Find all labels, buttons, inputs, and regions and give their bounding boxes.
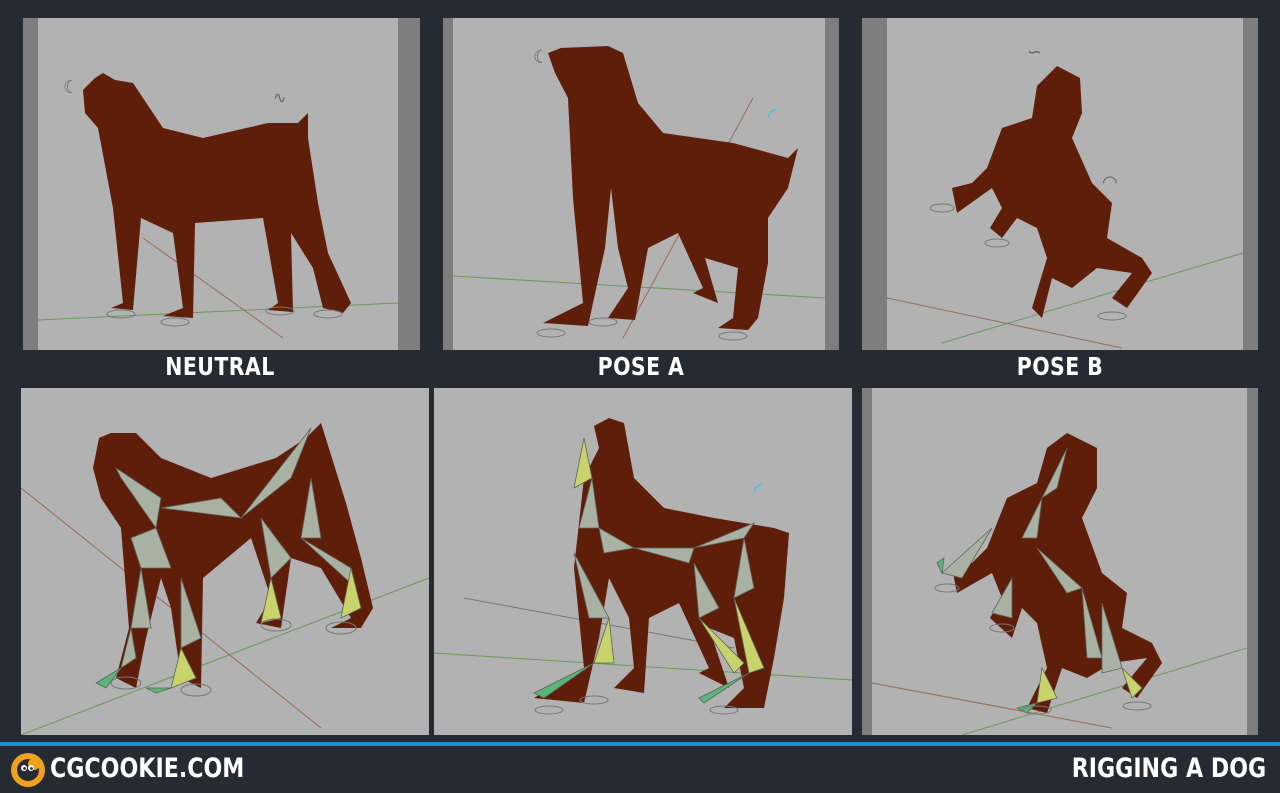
- svg-text:∿: ∿: [273, 88, 286, 107]
- dog-model-neutral-rig: [93, 423, 373, 688]
- viewport-neutral-rig[interactable]: [21, 388, 429, 735]
- caption-pose-b: POSE B: [1016, 352, 1104, 381]
- viewport-pose-a-rig[interactable]: ◜: [434, 388, 852, 735]
- viewport-pose-a[interactable]: ☾ ◜: [443, 18, 839, 350]
- page-title: RIGGING A DOG: [1071, 753, 1266, 784]
- svg-text:∽: ∽: [1027, 42, 1042, 63]
- caption-neutral: NEUTRAL: [165, 352, 275, 381]
- brand-link[interactable]: CGCOOKIE.COM: [50, 753, 244, 784]
- neutral-rig-viewport-render: [21, 423, 429, 735]
- svg-text:◜: ◜: [768, 104, 777, 129]
- cgcookie-logo-icon[interactable]: [10, 752, 46, 788]
- pose-a-viewport-render: ☾ ◜: [452, 18, 826, 350]
- pose-b-viewport-render: ∽ ◠: [886, 18, 1244, 350]
- viewport-pose-b[interactable]: ∽ ◠: [862, 18, 1258, 350]
- svg-text:◠: ◠: [1102, 172, 1118, 193]
- viewport-pose-b-rig[interactable]: [862, 388, 1258, 735]
- svg-text:◜: ◜: [754, 479, 763, 504]
- svg-text:☾: ☾: [63, 77, 79, 98]
- neutral-viewport-render: ☾ ∿: [37, 18, 399, 350]
- svg-text:☾: ☾: [533, 47, 549, 68]
- caption-pose-a: POSE A: [597, 352, 685, 381]
- pose-a-rig-viewport-render: ◜: [434, 418, 852, 715]
- viewport-neutral[interactable]: ☾ ∿: [23, 18, 420, 350]
- pose-b-rig-viewport-render: [871, 388, 1248, 735]
